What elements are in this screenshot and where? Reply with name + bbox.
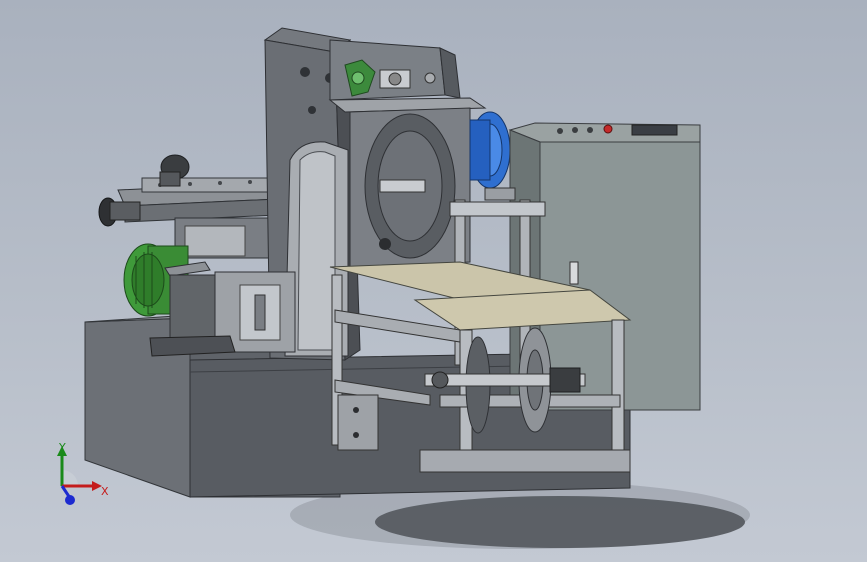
disc-housing[interactable] <box>349 107 471 269</box>
gearbox[interactable] <box>149 261 296 357</box>
emergency-stop-button[interactable] <box>603 124 613 134</box>
cad-viewport[interactable]: Y X <box>0 0 867 562</box>
x-axis-label: X <box>101 485 109 498</box>
y-axis-label: Y <box>59 441 66 454</box>
cabinet-switch[interactable] <box>569 261 579 285</box>
blue-pulley[interactable] <box>469 111 511 189</box>
machine-assembly-model[interactable] <box>0 0 867 562</box>
z-axis-dot <box>65 495 75 505</box>
